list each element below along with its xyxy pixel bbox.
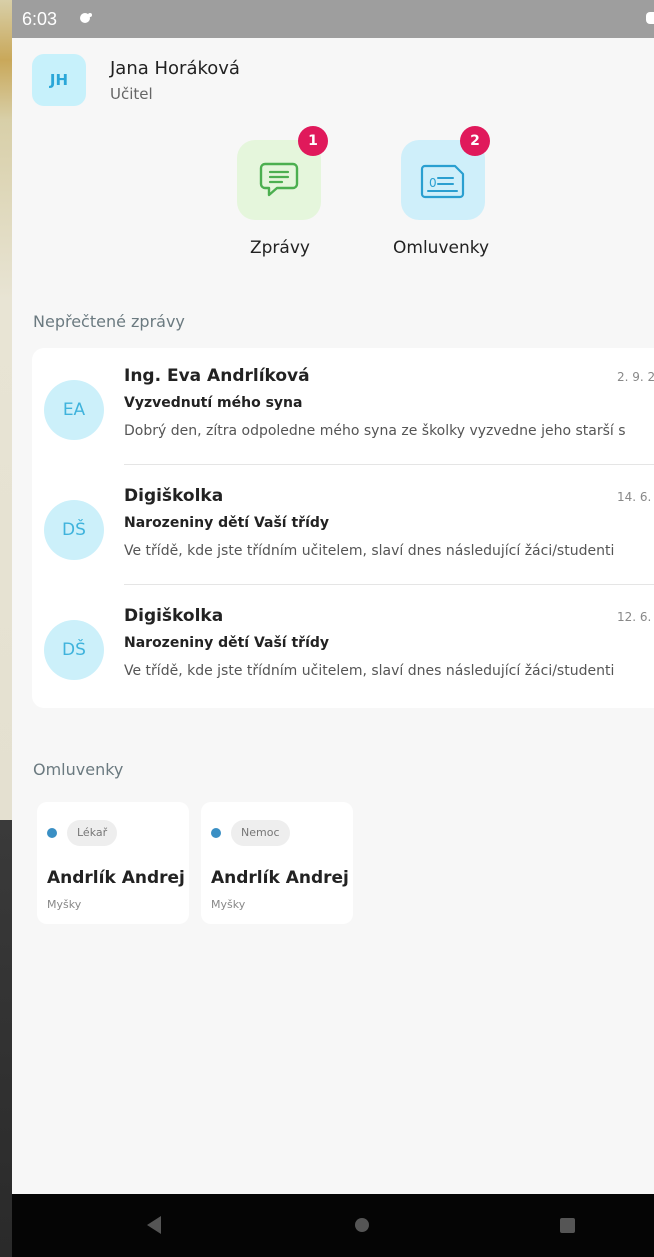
status-bar: 6:03 bbox=[12, 0, 654, 38]
excuses-badge: 2 bbox=[460, 126, 490, 156]
message-preview: Dobrý den, zítra odpoledne mého syna ze … bbox=[124, 423, 626, 439]
messages-badge: 1 bbox=[298, 126, 328, 156]
svg-text:0: 0 bbox=[429, 176, 437, 190]
status-dot bbox=[211, 828, 221, 838]
status-time: 6:03 bbox=[22, 9, 58, 29]
message-date: 12. 6. bbox=[617, 610, 652, 624]
unread-messages-list: EA Ing. Eva Andrlíková 2. 9. 2 Vyzvednut… bbox=[32, 348, 654, 708]
excuse-card[interactable]: Nemoc Andrlík Andrej Myšky bbox=[201, 802, 353, 924]
home-icon[interactable] bbox=[355, 1218, 369, 1232]
excuses-title: Omluvenky bbox=[33, 760, 124, 779]
student-class: Myšky bbox=[47, 898, 82, 911]
system-nav-bar bbox=[12, 1194, 654, 1257]
divider bbox=[124, 584, 654, 585]
excuse-reason-chip: Lékař bbox=[67, 820, 118, 846]
recent-apps-icon[interactable] bbox=[560, 1218, 575, 1233]
excuse-card[interactable]: Lékař Andrlík Andrej Myšky bbox=[37, 802, 189, 924]
message-preview: Ve třídě, kde jste třídním učitelem, sla… bbox=[124, 663, 615, 679]
sender-avatar: DŠ bbox=[44, 500, 104, 560]
excuses-tile-label[interactable]: Omluvenky bbox=[393, 238, 489, 258]
message-date: 2. 9. 2 bbox=[617, 370, 654, 384]
student-name: Andrlík Andrej bbox=[47, 868, 185, 888]
student-class: Myšky bbox=[211, 898, 246, 911]
user-role: Učitel bbox=[110, 85, 153, 103]
user-name: Jana Horáková bbox=[110, 58, 240, 79]
messages-tile-label[interactable]: Zprávy bbox=[250, 238, 310, 258]
message-date: 14. 6. bbox=[617, 490, 652, 504]
sender-avatar: DŠ bbox=[44, 620, 104, 680]
app-screen: 6:03 JH Jana Horáková Učitel 1 Zprávy 0 … bbox=[0, 0, 654, 1257]
wifi-icon bbox=[646, 12, 654, 24]
unread-messages-title: Nepřečtené zprávy bbox=[33, 312, 185, 331]
sender-avatar: EA bbox=[44, 380, 104, 440]
message-subject: Narozeniny dětí Vaší třídy bbox=[124, 635, 330, 651]
divider bbox=[124, 464, 654, 465]
message-subject: Narozeniny dětí Vaší třídy bbox=[124, 515, 330, 531]
status-dot bbox=[47, 828, 57, 838]
student-name: Andrlík Andrej bbox=[211, 868, 349, 888]
message-preview: Ve třídě, kde jste třídním učitelem, sla… bbox=[124, 543, 615, 559]
message-item[interactable]: DŠ Digiškolka 14. 6. Narozeniny dětí Vaš… bbox=[32, 468, 654, 586]
back-icon[interactable] bbox=[147, 1216, 161, 1234]
message-subject: Vyzvednutí mého syna bbox=[124, 395, 303, 411]
message-sender: Digiškolka bbox=[124, 606, 224, 626]
screen-edge bbox=[0, 0, 12, 1257]
message-sender: Digiškolka bbox=[124, 486, 224, 506]
message-item[interactable]: DŠ Digiškolka 12. 6. Narozeniny dětí Vaš… bbox=[32, 588, 654, 706]
notification-icon bbox=[80, 13, 92, 23]
message-sender: Ing. Eva Andrlíková bbox=[124, 366, 310, 386]
message-item[interactable]: EA Ing. Eva Andrlíková 2. 9. 2 Vyzvednut… bbox=[32, 348, 654, 466]
avatar: JH bbox=[32, 54, 86, 106]
excuse-reason-chip: Nemoc bbox=[231, 820, 290, 846]
